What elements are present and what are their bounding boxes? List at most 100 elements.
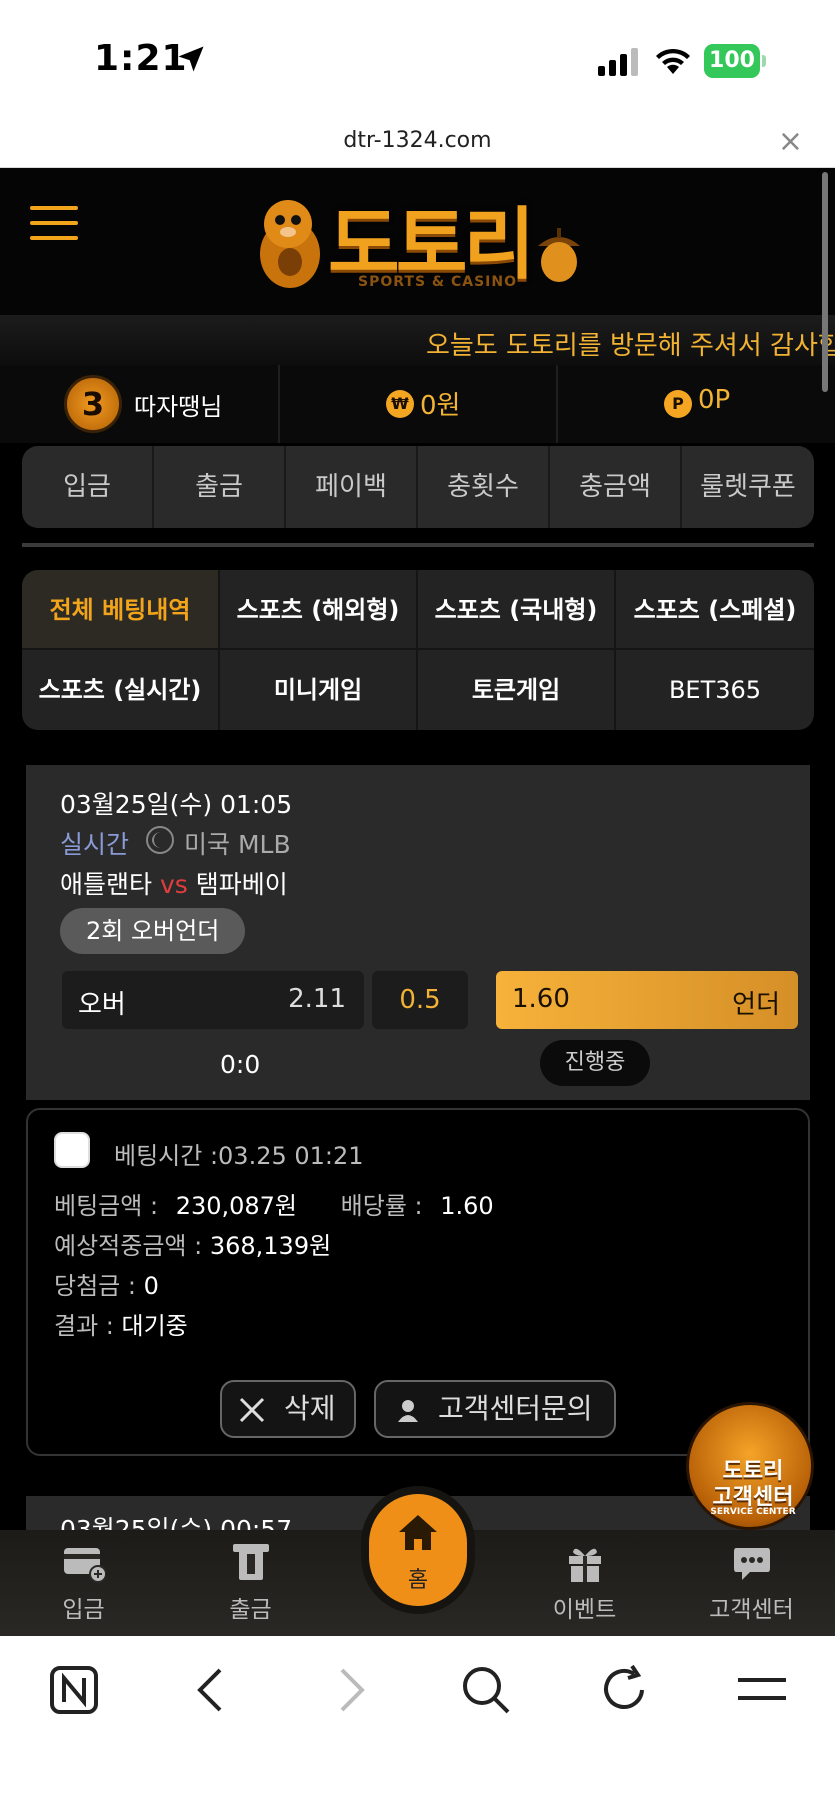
logo-subtitle: SPORTS & CASINO [358,274,518,290]
reload-icon[interactable] [596,1662,652,1718]
quick-payback[interactable]: 페이백 [286,446,418,528]
nav-home-label: 홈 [407,1568,429,1593]
nav-withdraw[interactable]: 출금 [167,1530,334,1636]
delete-button[interactable]: 삭제 [220,1380,356,1438]
acorn-icon [538,228,580,282]
page-scrollbar[interactable] [822,172,828,392]
browser-url-bar[interactable]: dtr-1324.com × [0,120,835,168]
user-level-cell[interactable]: 3 따자땡님 [0,365,280,443]
marquee-text: 오늘도 도토리를 방문해 주셔서 감사합니다 [426,331,835,361]
chat-bubble-icon [734,1548,770,1580]
win-amount-line: 당첨금 : 0 [54,1266,159,1301]
odds-value: 1.60 [440,1192,494,1220]
over-odds: 2.11 [288,984,346,1014]
floating-service-center-button[interactable]: 도토리 고객센터 SERVICE CENTER [686,1402,814,1530]
bet-amount-label: 베팅금액 : [54,1192,159,1220]
username: 따자땡님 [134,393,223,421]
search-icon[interactable] [458,1662,514,1718]
point-balance: 0P [698,385,731,415]
nav-event[interactable]: 이벤트 [501,1530,668,1636]
win-amount-value: 0 [143,1272,159,1300]
squirrel-mascot-icon [260,200,320,288]
menu-lines-icon[interactable] [734,1662,790,1718]
game-type: 실시간 [60,830,130,859]
expected-payout-value: 368,139원 [209,1232,332,1260]
tab-token-game[interactable]: 토큰게임 [418,650,616,730]
user-info-bar: 3 따자땡님 ₩ 0원 P 0P [0,365,835,443]
wifi-icon [656,48,690,74]
result-label: 결과 : [54,1312,114,1340]
won-coin-icon: ₩ [386,390,414,418]
nav-support-label: 고객센터 [709,1597,794,1623]
user-money-cell[interactable]: ₩ 0원 [280,365,558,443]
gift-icon [569,1548,601,1582]
nav-deposit[interactable]: 입금 [0,1530,167,1636]
delete-label: 삭제 [284,1392,336,1425]
url-text[interactable]: dtr-1324.com [0,128,835,153]
quick-charge-count[interactable]: 충횟수 [418,446,550,528]
quick-deposit[interactable]: 입금 [22,446,154,528]
status-badge: 진행중 [540,1040,650,1086]
baseball-icon [146,826,174,854]
odds-row: 오버 2.11 0.5 1.60 언더 [62,971,798,1029]
location-arrow-icon [178,46,204,72]
bet-amount-value: 230,087원 [175,1192,298,1220]
tab-sports-live[interactable]: 스포츠 (실시간) [22,650,220,730]
nav-home-button[interactable]: 홈 [369,1494,467,1606]
game-league: 미국 MLB [184,830,291,859]
forward-chevron-icon[interactable] [322,1662,378,1718]
battery-level: 100 [704,44,760,78]
tab-minigame[interactable]: 미니게임 [220,650,418,730]
tab-sports-domestic[interactable]: 스포츠 (국내형) [418,570,616,650]
betting-category-tabs: 전체 베팅내역 스포츠 (해외형) 스포츠 (국내형) 스포츠 (스페셜) 스포… [22,570,814,730]
hamburger-menu-icon[interactable] [30,206,78,246]
status-bar: 1:21 100 [0,0,835,120]
under-odds-button-selected[interactable]: 1.60 언더 [496,971,798,1029]
tab-sports-overseas[interactable]: 스포츠 (해외형) [220,570,418,650]
withdraw-atm-icon [233,1544,269,1580]
game-score: 0:0 [220,1050,261,1079]
battery-nub [762,55,766,67]
deposit-card-icon [64,1548,106,1583]
handicap-line: 0.5 [372,971,468,1029]
headset-person-icon [398,1400,418,1422]
quick-charge-amount[interactable]: 충금액 [550,446,682,528]
tab-bet365[interactable]: BET365 [616,650,814,730]
tab-sports-special[interactable]: 스포츠 (스페셜) [616,570,814,650]
select-checkbox[interactable] [54,1132,90,1168]
result-line: 결과 : 대기중 [54,1306,188,1341]
naver-n-icon[interactable] [46,1662,102,1718]
bet-detail-card: 베팅시간 :03.25 01:21 베팅금액 : 230,087원 배당률 : … [26,1108,810,1456]
expected-payout-line: 예상적중금액 : 368,139원 [54,1226,331,1261]
back-chevron-icon[interactable] [184,1662,240,1718]
status-time: 1:21 [94,38,188,79]
screen: 1:21 100 dtr-1324.com × 도토리 SPORTS & CAS… [0,0,835,1810]
support-inquiry-button[interactable]: 고객센터문의 [374,1380,616,1438]
under-label: 언더 [732,990,780,1020]
expected-payout-label: 예상적중금액 : [54,1232,203,1260]
user-points-cell[interactable]: P 0P [558,365,835,443]
bet-time: 베팅시간 :03.25 01:21 [114,1142,364,1170]
under-odds: 1.60 [512,984,570,1014]
tab-all-history[interactable]: 전체 베팅내역 [22,570,220,650]
nav-support[interactable]: 고객센터 [668,1530,835,1636]
quick-roulette-coupon[interactable]: 룰렛쿠폰 [682,446,814,528]
away-team: 탬파베이 [195,870,288,899]
result-value: 대기중 [121,1312,188,1340]
bet-amount-line: 베팅금액 : 230,087원 배당률 : 1.60 [54,1186,494,1221]
nav-event-label: 이벤트 [552,1597,617,1623]
browser-toolbar [0,1636,835,1810]
home-icon [399,1515,437,1550]
win-amount-label: 당첨금 : [54,1272,136,1300]
game-datetime: 03월25일(수) 01:05 [60,790,293,819]
over-odds-button[interactable]: 오버 2.11 [62,971,364,1029]
home-team: 애틀랜타 [60,870,153,899]
close-icon[interactable]: × [778,124,803,159]
quick-withdraw[interactable]: 출금 [154,446,286,528]
nav-withdraw-label: 출금 [229,1597,272,1623]
game-teams: 애틀랜타 vs 탬파베이 [60,865,288,901]
over-label: 오버 [78,990,126,1020]
bet-game-card: 03월25일(수) 01:05 실시간 미국 MLB 애틀랜타 vs 탬파베이 … [26,765,810,1100]
site-logo[interactable]: 도토리 SPORTS & CASINO [250,182,590,302]
vs-label: vs [159,870,188,899]
